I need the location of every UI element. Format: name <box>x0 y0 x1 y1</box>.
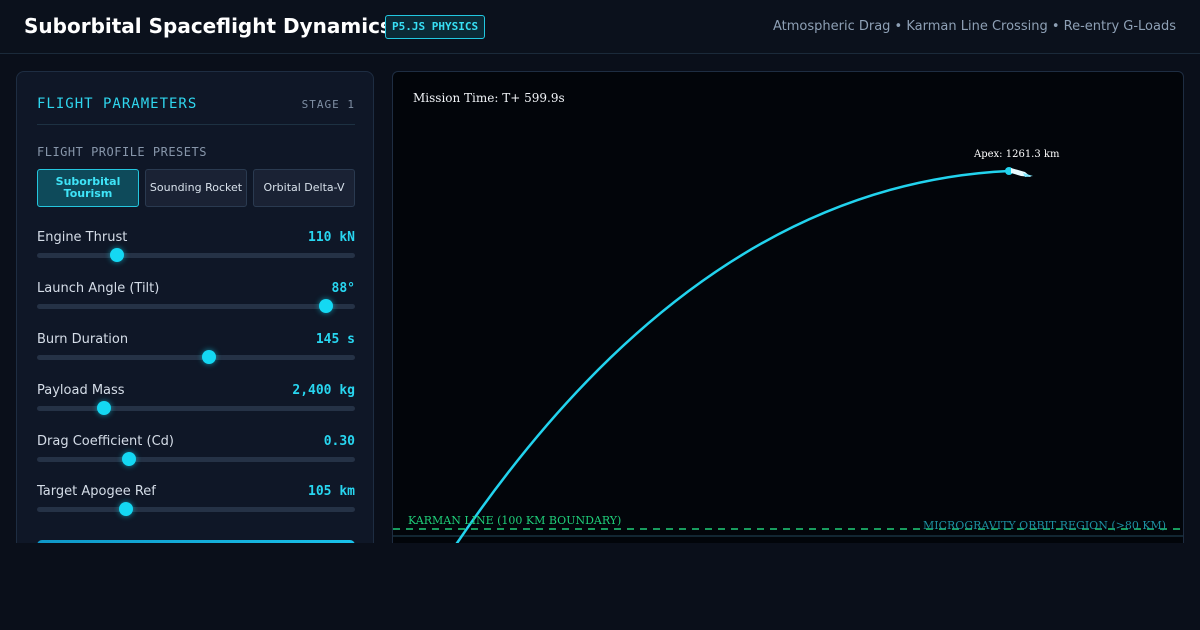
slider-thumb[interactable] <box>109 248 124 262</box>
presets-group: Suborbital Tourism Sounding Rocket Orbit… <box>37 169 355 207</box>
mission-time: Mission Time: T+ 599.9s <box>413 91 565 105</box>
param-engine-thrust: Engine Thrust 110 kN <box>37 230 355 266</box>
launch-angle-slider[interactable] <box>37 299 355 313</box>
karman-line-label: KARMAN LINE (100 KM BOUNDARY) <box>408 514 622 527</box>
param-value: 110 kN <box>308 230 355 245</box>
stage-label: STAGE 1 <box>301 98 355 111</box>
param-target-apogee: Target Apogee Ref 105 km <box>37 484 355 520</box>
physics-badge: P5.JS PHYSICS <box>385 15 486 39</box>
drag-coefficient-slider[interactable] <box>37 452 355 466</box>
header-subtitle: Atmospheric Drag • Karman Line Crossing … <box>772 19 1176 34</box>
param-payload-mass: Payload Mass 2,400 kg <box>37 383 355 419</box>
slider-thumb[interactable] <box>96 401 111 415</box>
microgravity-region-label: MICROGRAVITY ORBIT REGION (>80 KM) <box>923 519 1167 532</box>
param-launch-angle: Launch Angle (Tilt) 88° <box>37 281 355 317</box>
param-value: 145 s <box>315 332 355 347</box>
param-label: Target Apogee Ref <box>37 484 156 499</box>
param-label: Launch Angle (Tilt) <box>37 281 160 296</box>
rocket-icon <box>1011 168 1033 177</box>
preset-suborbital-tourism-button[interactable]: Suborbital Tourism <box>37 169 139 207</box>
presets-label: FLIGHT PROFILE PRESETS <box>37 145 207 159</box>
param-label: Burn Duration <box>37 332 129 347</box>
slider-thumb[interactable] <box>122 452 137 466</box>
apex-label: Apex: 1261.3 km <box>974 149 1060 160</box>
param-label: Drag Coefficient (Cd) <box>37 434 175 449</box>
param-label: Payload Mass <box>37 383 125 398</box>
burn-duration-slider[interactable] <box>37 350 355 364</box>
param-value: 0.30 <box>323 434 355 449</box>
slider-thumb[interactable] <box>319 299 334 313</box>
param-label: Engine Thrust <box>37 230 128 245</box>
app-header: Suborbital Spaceflight Dynamics P5.JS PH… <box>0 0 1200 54</box>
target-apogee-slider[interactable] <box>37 502 355 516</box>
param-value: 105 km <box>308 484 355 499</box>
trajectory-canvas: Mission Time: T+ 599.9s Apex: 1261.3 km … <box>392 71 1184 551</box>
param-value: 2,400 kg <box>292 383 355 398</box>
engine-thrust-slider[interactable] <box>37 248 355 262</box>
param-drag-coefficient: Drag Coefficient (Cd) 0.30 <box>37 434 355 470</box>
flight-parameters-panel: FLIGHT PARAMETERS STAGE 1 FLIGHT PROFILE… <box>16 71 374 551</box>
preset-orbital-delta-v-button[interactable]: Orbital Delta-V <box>253 169 355 207</box>
page-footer-area <box>0 543 1200 630</box>
param-burn-duration: Burn Duration 145 s <box>37 332 355 368</box>
app-title: Suborbital Spaceflight Dynamics <box>24 14 392 38</box>
trajectory-path <box>453 169 1010 547</box>
payload-mass-slider[interactable] <box>37 401 355 415</box>
slider-thumb[interactable] <box>201 350 216 364</box>
slider-thumb[interactable] <box>119 502 134 516</box>
trajectory-svg <box>393 167 1183 547</box>
panel-header: FLIGHT PARAMETERS STAGE 1 <box>37 94 355 125</box>
param-value: 88° <box>331 281 355 296</box>
preset-sounding-rocket-button[interactable]: Sounding Rocket <box>145 169 247 207</box>
panel-title: FLIGHT PARAMETERS <box>37 96 198 112</box>
